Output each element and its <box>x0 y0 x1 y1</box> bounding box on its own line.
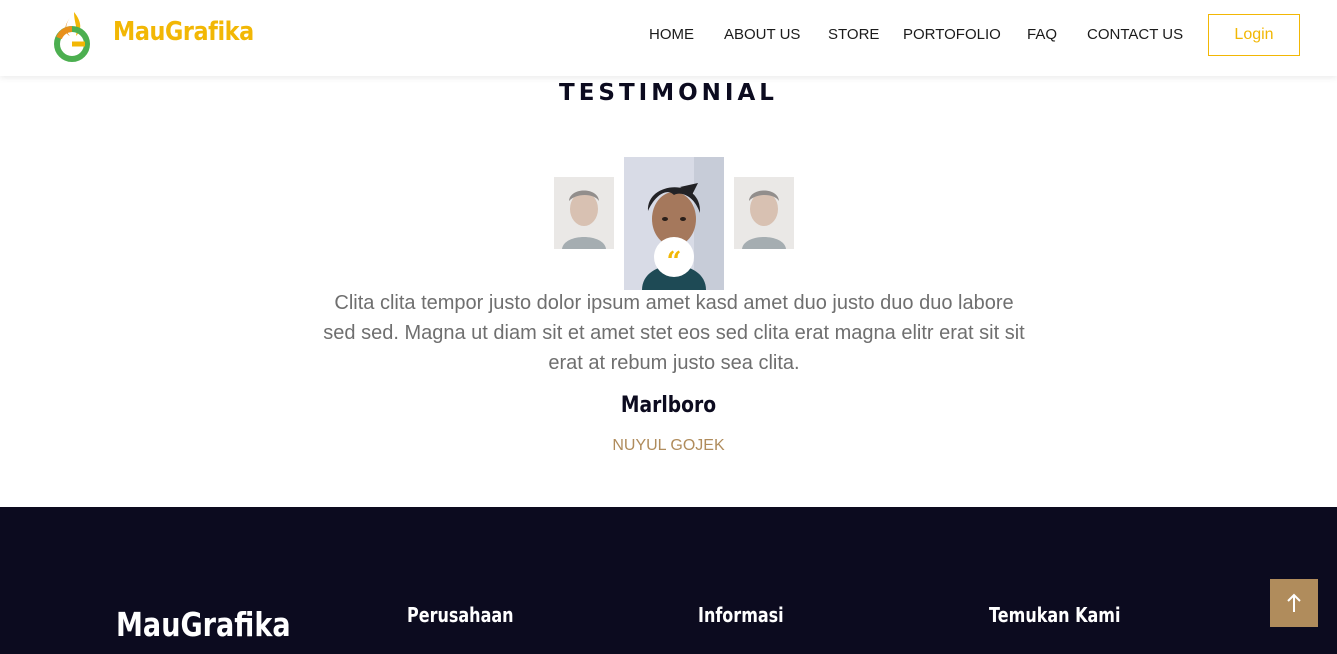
testimonial-text: Clita clita tempor justo dolor ipsum ame… <box>323 292 1025 374</box>
testimonial-name: Marlboro <box>620 393 717 418</box>
main-nav: HOME ABOUT US STORE PORTOFOLIO FAQ CONTA… <box>0 26 1337 46</box>
nav-home[interactable]: HOME <box>649 26 694 43</box>
nav-portofolio[interactable]: PORTOFOLIO <box>903 26 1001 43</box>
arrow-up-icon <box>1287 593 1301 612</box>
nav-store[interactable]: STORE <box>828 26 879 43</box>
footer-heading-informasi: Informasi <box>698 603 784 627</box>
quote-icon: “ <box>654 237 694 277</box>
avatar-image <box>734 177 794 249</box>
testimonial-role: NUYUL GOJEK <box>612 437 725 454</box>
footer-heading-perusahaan: Perusahaan <box>407 603 514 627</box>
back-to-top-button[interactable] <box>1270 579 1318 627</box>
nav-contact-us[interactable]: CONTACT US <box>1087 26 1183 43</box>
avatar-image <box>554 177 614 249</box>
site-footer: MauGrafika Perusahaan Informasi Temukan … <box>0 507 1337 654</box>
site-header: MauGrafika HOME ABOUT US STORE PORTOFOLI… <box>0 0 1337 76</box>
nav-faq[interactable]: FAQ <box>1027 26 1057 43</box>
testimonial-thumb-prev[interactable] <box>554 177 614 249</box>
footer-brand: MauGrafika <box>116 605 291 644</box>
nav-about-us[interactable]: ABOUT US <box>724 26 800 43</box>
testimonial-thumb-next[interactable] <box>734 177 794 249</box>
testimonial-title: TESTIMONIAL <box>559 80 778 106</box>
login-button[interactable]: Login <box>1208 14 1300 56</box>
footer-heading-temukan-kami: Temukan Kami <box>989 603 1121 627</box>
